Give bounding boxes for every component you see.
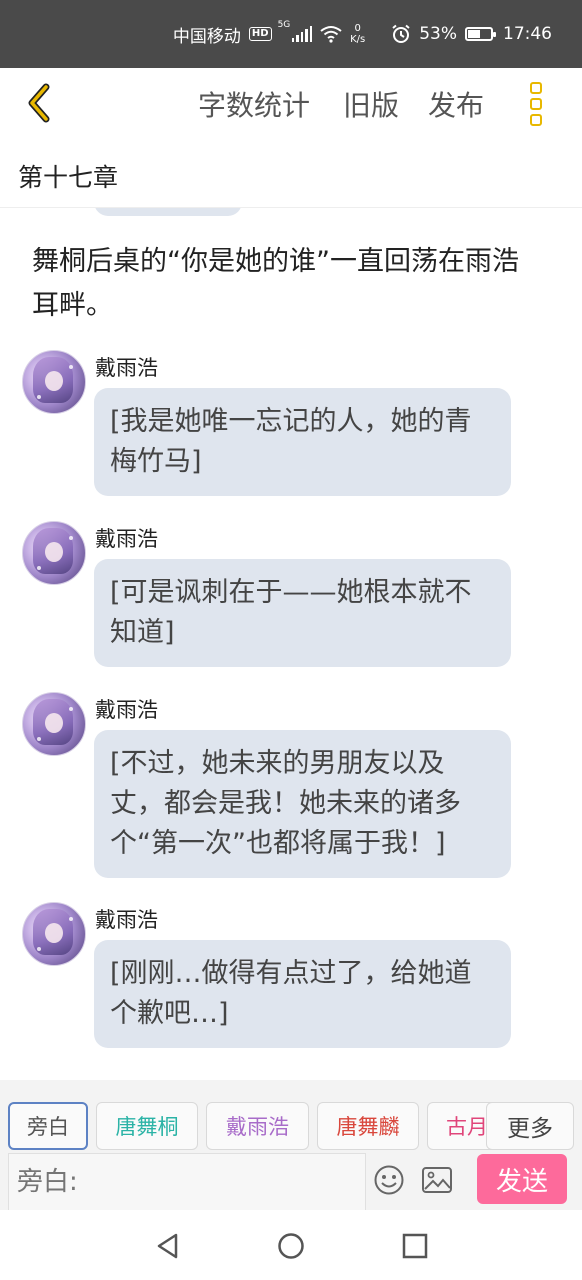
- message-input[interactable]: [8, 1153, 366, 1210]
- role-tab-tang-wutong[interactable]: 唐舞桐: [96, 1102, 198, 1150]
- system-nav-bar: [0, 1210, 582, 1280]
- role-tab-label: 旁白: [27, 1115, 69, 1139]
- status-bar: 中国移动 HD 5G 0 K/s 53% 17:46: [0, 0, 582, 68]
- previous-bubble: [94, 208, 242, 216]
- triangle-back-icon[interactable]: [154, 1232, 182, 1260]
- message-bubble[interactable]: [不过，她未来的男朋友以及丈，都会是我！她未来的诸多个“第一次”也都将属于我！]: [94, 730, 511, 878]
- role-tab-dai-yuhao[interactable]: 戴雨浩: [206, 1102, 309, 1150]
- role-tab-narrator[interactable]: 旁白: [8, 1102, 88, 1150]
- net-speed-unit: K/s: [350, 34, 366, 45]
- more-vertical-icon[interactable]: [522, 82, 550, 126]
- send-button[interactable]: 发送: [477, 1154, 567, 1204]
- smiley-icon[interactable]: [373, 1164, 405, 1196]
- network-type: 5G: [277, 20, 291, 30]
- avatar[interactable]: [22, 902, 86, 966]
- role-tab-label: 唐舞麟: [336, 1115, 400, 1139]
- chevron-left-icon: [28, 83, 50, 123]
- battery-percent: 53%: [419, 24, 457, 44]
- signal-icon: 5G: [278, 20, 313, 42]
- role-tab-label: 古月: [446, 1115, 488, 1139]
- wifi-icon: [320, 25, 342, 43]
- chapter-title[interactable]: 第十七章: [18, 158, 118, 194]
- avatar[interactable]: [22, 692, 86, 756]
- net-speed-value: 0: [354, 23, 361, 34]
- back-button[interactable]: [14, 78, 64, 128]
- avatar[interactable]: [22, 521, 86, 585]
- message-bubble[interactable]: [刚刚…做得有点过了，给她道个歉吧…]: [94, 940, 511, 1048]
- story-content[interactable]: 舞桐后桌的“你是她的谁”一直回荡在雨浩耳畔。 戴雨浩 [我是她唯一忘记的人，她的…: [0, 208, 582, 1080]
- chapter-header: 第十七章: [0, 140, 582, 208]
- sender-name: 戴雨浩: [95, 356, 158, 380]
- more-roles-button[interactable]: 更多: [486, 1102, 574, 1150]
- sender-name: 戴雨浩: [95, 527, 158, 551]
- role-tab-label: 戴雨浩: [226, 1115, 289, 1139]
- word-count-button[interactable]: 字数统计: [198, 84, 310, 124]
- old-version-button[interactable]: 旧版: [343, 84, 399, 124]
- avatar[interactable]: [22, 350, 86, 414]
- narration-text[interactable]: 舞桐后桌的“你是她的谁”一直回荡在雨浩耳畔。: [32, 240, 542, 328]
- message-bubble[interactable]: [我是她唯一忘记的人，她的青梅竹马]: [94, 388, 511, 496]
- battery-icon: [465, 27, 496, 41]
- top-toolbar: 字数统计 旧版 发布: [0, 68, 582, 140]
- compose-area: 旁白 唐舞桐 戴雨浩 唐舞麟 古月 更多 发送: [0, 1080, 582, 1210]
- square-recents-icon[interactable]: [401, 1232, 429, 1260]
- sender-name: 戴雨浩: [95, 698, 158, 722]
- clock: 17:46: [503, 24, 552, 44]
- publish-button[interactable]: 发布: [428, 84, 484, 124]
- message-bubble[interactable]: [可是讽刺在于——她根本就不知道]: [94, 559, 511, 667]
- net-speed: 0 K/s: [350, 23, 365, 45]
- image-icon[interactable]: [421, 1166, 453, 1194]
- sender-name: 戴雨浩: [95, 908, 158, 932]
- carrier-label: 中国移动: [172, 26, 241, 47]
- hd-badge: HD: [248, 27, 272, 41]
- alarm-icon: [391, 24, 411, 44]
- circle-home-icon[interactable]: [277, 1232, 305, 1260]
- role-selector: 旁白 唐舞桐 戴雨浩 唐舞麟 古月 更多: [0, 1102, 582, 1152]
- role-tab-label: 唐舞桐: [115, 1115, 179, 1139]
- role-tab-tang-wulin[interactable]: 唐舞麟: [317, 1102, 419, 1150]
